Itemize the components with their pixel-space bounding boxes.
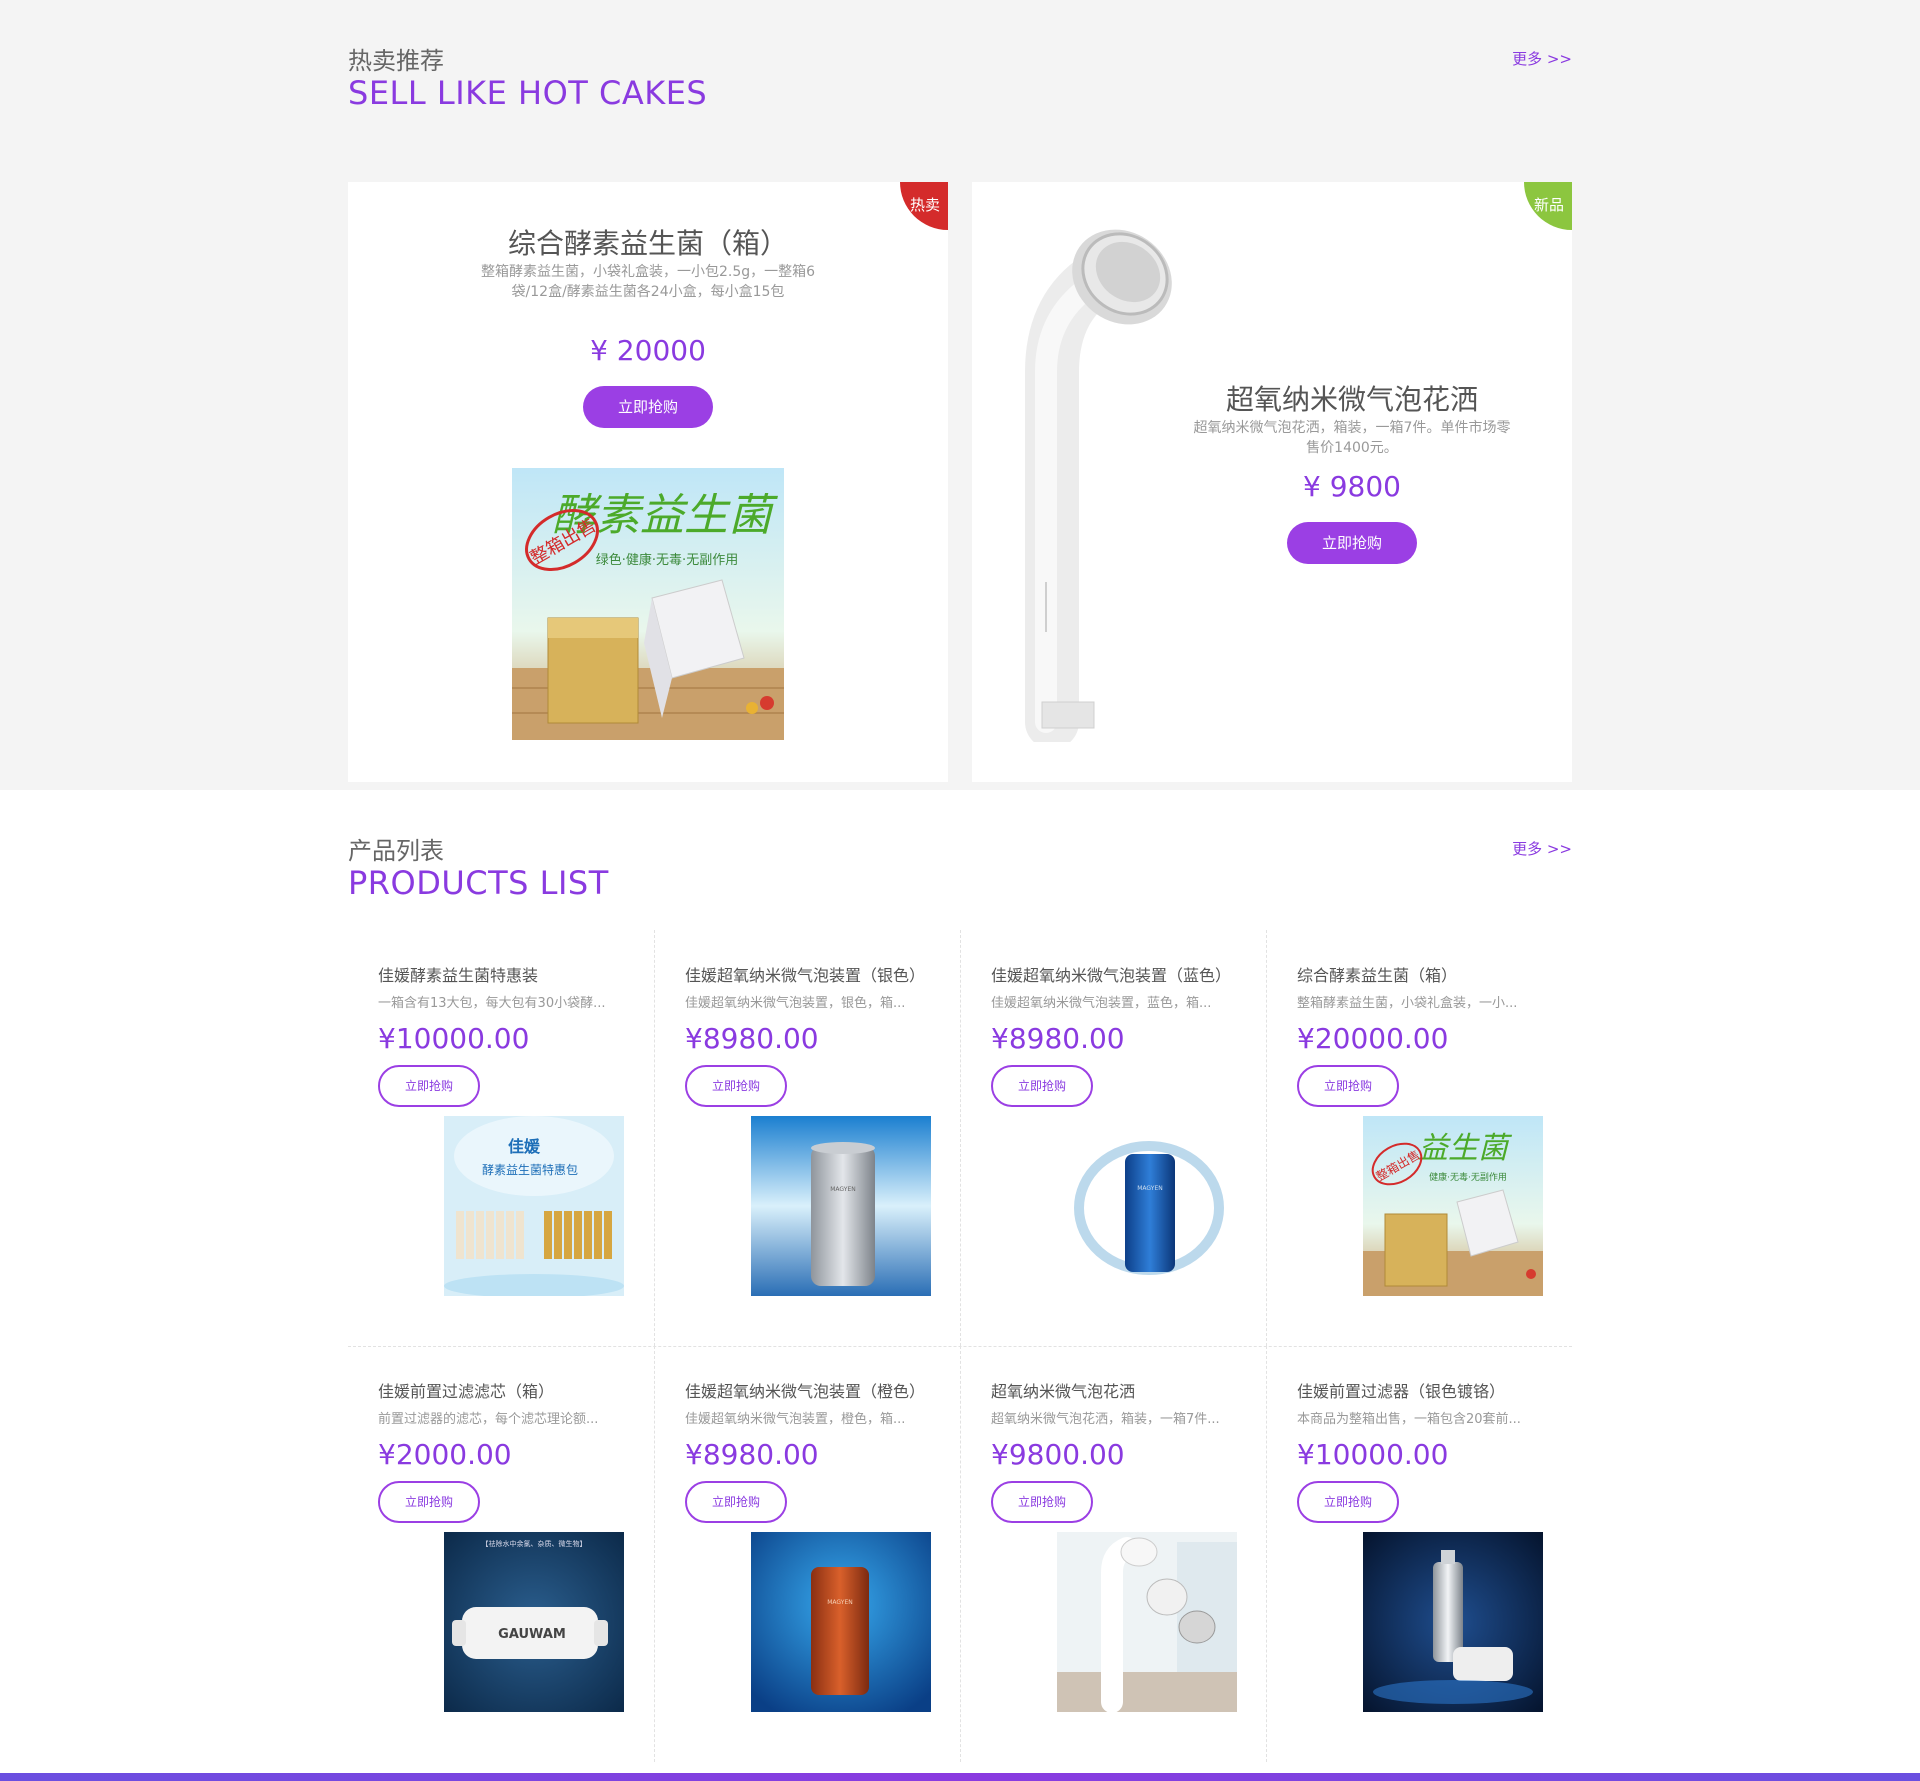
buy-now-button[interactable]: 立即抢购	[685, 1065, 787, 1107]
product-price: ¥20000.00	[1297, 1022, 1449, 1055]
hot-card-price: ¥ 9800	[1303, 470, 1401, 503]
product-card[interactable]: 综合酵素益生菌（箱） 整箱酵素益生菌，小袋礼盒装，一小... ¥20000.00…	[1266, 930, 1572, 1346]
product-card[interactable]: 佳媛超氧纳米微气泡装置（橙色） 佳媛超氧纳米微气泡装置，橙色，箱... ¥898…	[654, 1346, 960, 1762]
product-desc: 整箱酵素益生菌，小袋礼盒装，一小...	[1297, 996, 1518, 1011]
product-card[interactable]: 佳媛酵素益生菌特惠装 一箱含有13大包，每大包有30小袋酵... ¥10000.…	[348, 930, 654, 1346]
chrome-filter-photo	[1363, 1532, 1543, 1712]
product-desc: 一箱含有13大包，每大包有30小袋酵...	[378, 996, 606, 1011]
buy-now-button[interactable]: 立即抢购	[991, 1065, 1093, 1107]
product-price: ¥8980.00	[685, 1022, 819, 1055]
hot-card-title: 综合酵素益生菌（箱）	[507, 227, 788, 260]
product-card[interactable]: 佳媛超氧纳米微气泡装置（银色） 佳媛超氧纳米微气泡装置，银色，箱... ¥898…	[654, 930, 960, 1346]
product-price: ¥10000.00	[378, 1022, 530, 1055]
buy-now-button[interactable]: 立即抢购	[1287, 522, 1417, 564]
hot-card-shower[interactable]: 新品 超氧纳米微气泡花洒 超氧纳米微气泡花洒，箱装，一箱7件。单件市场零售价14…	[972, 182, 1572, 782]
buy-now-button[interactable]: 立即抢购	[378, 1065, 480, 1107]
buy-now-button[interactable]: 立即抢购	[685, 1481, 787, 1523]
image-logo: MAGYEN	[830, 1186, 855, 1193]
probiotic-box-photo: 酵素益生菌 整箱出售 绿色·健康·无毒·无副作用	[512, 468, 784, 740]
buy-now-button[interactable]: 立即抢购	[583, 386, 713, 428]
product-name: 综合酵素益生菌（箱）	[1297, 966, 1458, 985]
image-logo: GAUWAM	[498, 1627, 566, 1642]
image-text: 酵素益生菌特惠包	[482, 1162, 578, 1177]
image-logo: MAGYEN	[1137, 1185, 1162, 1192]
product-card[interactable]: 超氧纳米微气泡花洒 超氧纳米微气泡花洒，箱装，一箱7件... ¥9800.00 …	[960, 1346, 1266, 1762]
product-name: 佳媛酵素益生菌特惠装	[378, 966, 539, 985]
product-price: ¥8980.00	[685, 1438, 819, 1471]
product-card[interactable]: 佳媛超氧纳米微气泡装置（蓝色） 佳媛超氧纳米微气泡装置，蓝色，箱... ¥898…	[960, 930, 1266, 1346]
products-title-en: PRODUCTS LIST	[348, 864, 609, 902]
product-desc: 本商品为整箱出售，一箱包含20套前...	[1297, 1412, 1521, 1427]
product-name: 佳媛超氧纳米微气泡装置（蓝色）	[991, 966, 1232, 985]
new-badge-label: 新品	[1533, 196, 1564, 214]
hot-badge-label: 热卖	[909, 196, 940, 214]
hot-card-probiotic[interactable]: 热卖 综合酵素益生菌（箱） 整箱酵素益生菌，小袋礼盒装，一小包2.5g，一整箱6…	[348, 182, 948, 782]
hot-more-link[interactable]: 更多 >>	[1512, 48, 1572, 69]
hot-card-desc: 整箱酵素益生菌，小袋礼盒装，一小包2.5g，一整箱6袋/12盒/酵素益生菌各24…	[480, 264, 816, 300]
probiotic-box-photo: 益生菌 整箱出售 健康·无毒·无副作用	[1363, 1116, 1543, 1296]
footer-bar	[0, 1773, 1920, 1781]
buy-now-button[interactable]: 立即抢购	[1297, 1481, 1399, 1523]
hot-title-en: SELL LIKE HOT CAKES	[348, 74, 708, 112]
product-desc: 前置过滤器的滤芯，每个滤芯理论额...	[378, 1412, 599, 1427]
product-desc: 佳媛超氧纳米微气泡装置，蓝色，箱...	[991, 996, 1212, 1011]
product-name: 超氧纳米微气泡花洒	[991, 1382, 1136, 1401]
image-slogan: 绿色·健康·无毒·无副作用	[596, 552, 738, 568]
product-card[interactable]: 佳媛前置过滤器（银色镀铬） 本商品为整箱出售，一箱包含20套前... ¥1000…	[1266, 1346, 1572, 1762]
image-text: 【祛除水中余氯、杂质、微生物】	[482, 1539, 587, 1548]
image-logo: 佳媛	[508, 1137, 541, 1156]
product-price: ¥8980.00	[991, 1022, 1125, 1055]
product-price: ¥9800.00	[991, 1438, 1125, 1471]
product-name: 佳媛前置过滤滤芯（箱）	[378, 1382, 555, 1401]
products-title-zh: 产品列表	[348, 837, 444, 865]
product-desc: 佳媛超氧纳米微气泡装置，银色，箱...	[685, 996, 906, 1011]
product-desc: 佳媛超氧纳米微气泡装置，橙色，箱...	[685, 1412, 906, 1427]
buy-now-button[interactable]: 立即抢购	[1297, 1065, 1399, 1107]
filter-cartridge-photo: 【祛除水中余氯、杂质、微生物】 GAUWAM	[444, 1532, 624, 1712]
shower-head-photo	[1057, 1532, 1237, 1712]
silver-device-photo: MAGYEN	[751, 1116, 931, 1296]
product-price: ¥10000.00	[1297, 1438, 1449, 1471]
probiotic-pack-photo: 佳媛 酵素益生菌特惠包	[444, 1116, 624, 1296]
orange-device-photo: MAGYEN	[751, 1532, 931, 1712]
hot-card-desc: 超氧纳米微气泡花洒，箱装，一箱7件。单件市场零售价1400元。	[1193, 420, 1511, 456]
products-more-link[interactable]: 更多 >>	[1512, 838, 1572, 859]
blue-device-photo: MAGYEN	[1057, 1116, 1237, 1296]
buy-now-button[interactable]: 立即抢购	[991, 1481, 1093, 1523]
hot-title-zh: 热卖推荐	[348, 47, 444, 75]
hot-container: 热卖推荐 SELL LIKE HOT CAKES 更多 >> 热卖 综合酵素益生…	[348, 46, 1572, 782]
product-name: 佳媛超氧纳米微气泡装置（橙色）	[685, 1382, 926, 1401]
product-name: 佳媛前置过滤器（银色镀铬）	[1297, 1382, 1506, 1401]
product-card[interactable]: 佳媛前置过滤滤芯（箱） 前置过滤器的滤芯，每个滤芯理论额... ¥2000.00…	[348, 1346, 654, 1762]
hot-card-title: 超氧纳米微气泡花洒	[1225, 383, 1478, 416]
hot-section: 热卖推荐 SELL LIKE HOT CAKES 更多 >> 热卖 综合酵素益生…	[0, 0, 1920, 790]
image-logo: MAGYEN	[827, 1599, 852, 1606]
hot-header: 热卖推荐 SELL LIKE HOT CAKES 更多 >>	[348, 46, 1572, 116]
buy-now-button[interactable]: 立即抢购	[378, 1481, 480, 1523]
product-price: ¥2000.00	[378, 1438, 512, 1471]
product-name: 佳媛超氧纳米微气泡装置（银色）	[685, 966, 926, 985]
product-desc: 超氧纳米微气泡花洒，箱装，一箱7件...	[991, 1412, 1220, 1427]
products-header: 产品列表 PRODUCTS LIST 更多 >>	[348, 836, 1572, 906]
hot-card-price: ¥ 20000	[590, 334, 706, 367]
image-slogan: 健康·无毒·无副作用	[1429, 1171, 1507, 1183]
image-main-text: 益生菌	[1418, 1131, 1513, 1166]
